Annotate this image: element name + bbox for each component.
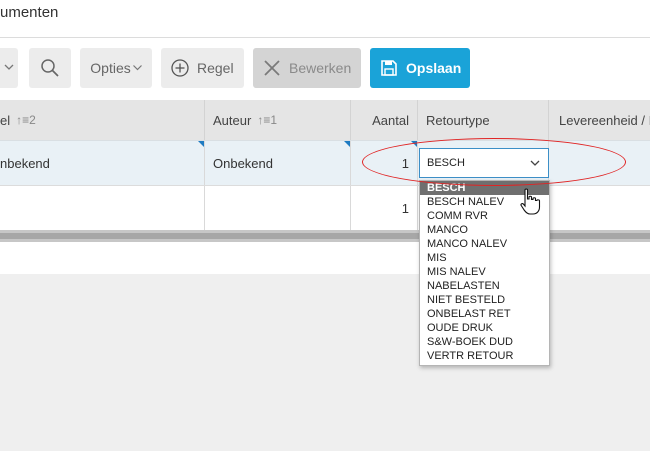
toolbar: Opties Regel Bewerken Opslaan <box>0 38 650 100</box>
chevron-down-icon <box>4 63 14 71</box>
column-header-aantal[interactable]: Aantal <box>351 100 418 140</box>
column-header-1[interactable]: el ↑≡ 2 <box>0 100 205 140</box>
search-button[interactable] <box>29 48 71 88</box>
title-bar: umenten <box>0 0 650 38</box>
column-header-levereenheid[interactable]: Levereenheid / I <box>549 100 650 140</box>
opslaan-button[interactable]: Opslaan <box>370 48 470 88</box>
sort-icon: ↑≡ <box>257 113 271 127</box>
table-cell-auteur[interactable] <box>205 186 351 230</box>
opslaan-label: Opslaan <box>406 60 462 76</box>
table-cell[interactable] <box>0 186 205 230</box>
regel-label: Regel <box>197 60 234 76</box>
column-header-auteur[interactable]: Auteur ↑≡ 1 <box>205 100 351 140</box>
dropdown-option[interactable]: S&W-BOEK DUD <box>420 335 549 349</box>
close-icon <box>263 59 281 77</box>
horizontal-scrollbar[interactable] <box>0 230 650 242</box>
dropdown-option[interactable]: MANCO NALEV <box>420 237 549 251</box>
dropdown-option[interactable]: NABELASTEN <box>420 279 549 293</box>
dropdown-option[interactable]: VERTR RETOUR <box>420 349 549 363</box>
dropdown-option[interactable]: ONBELAST RET <box>420 307 549 321</box>
dropdown-option[interactable]: MIS <box>420 251 549 265</box>
page-title: umenten <box>0 4 59 21</box>
dropdown-button[interactable] <box>0 48 18 88</box>
edit-marker-icon <box>344 141 350 147</box>
dropdown-option[interactable]: MANCO <box>420 223 549 237</box>
table-row[interactable]: 1 <box>0 185 650 230</box>
plus-circle-icon <box>171 59 189 77</box>
bewerken-label: Bewerken <box>289 60 352 76</box>
add-regel-button[interactable]: Regel <box>161 48 244 88</box>
opties-button[interactable]: Opties <box>80 48 152 88</box>
table-cell-aantal[interactable]: 1 <box>351 186 418 230</box>
bewerken-button[interactable]: Bewerken <box>253 48 361 88</box>
dropdown-option[interactable]: MIS NALEV <box>420 265 549 279</box>
dropdown-option[interactable]: NIET BESTELD <box>420 293 549 307</box>
dropdown-option[interactable]: OUDE DRUK <box>420 321 549 335</box>
save-icon <box>380 59 398 77</box>
opties-label: Opties <box>90 60 131 76</box>
edit-marker-icon <box>198 141 204 147</box>
table-cell-levereenheid[interactable] <box>549 186 650 230</box>
sort-icon: ↑≡ <box>16 113 30 127</box>
annotation-ellipse <box>362 138 626 186</box>
scrollbar-thumb[interactable] <box>0 233 650 239</box>
table-cell-auteur[interactable]: Onbekend <box>205 141 351 185</box>
grid-footer <box>0 242 650 274</box>
mouse-cursor-icon <box>520 188 542 221</box>
chevron-down-icon <box>132 65 142 71</box>
table-cell[interactable]: nbekend <box>0 141 205 185</box>
column-header-retourtype[interactable]: Retourtype <box>418 100 549 140</box>
search-icon <box>40 58 60 78</box>
